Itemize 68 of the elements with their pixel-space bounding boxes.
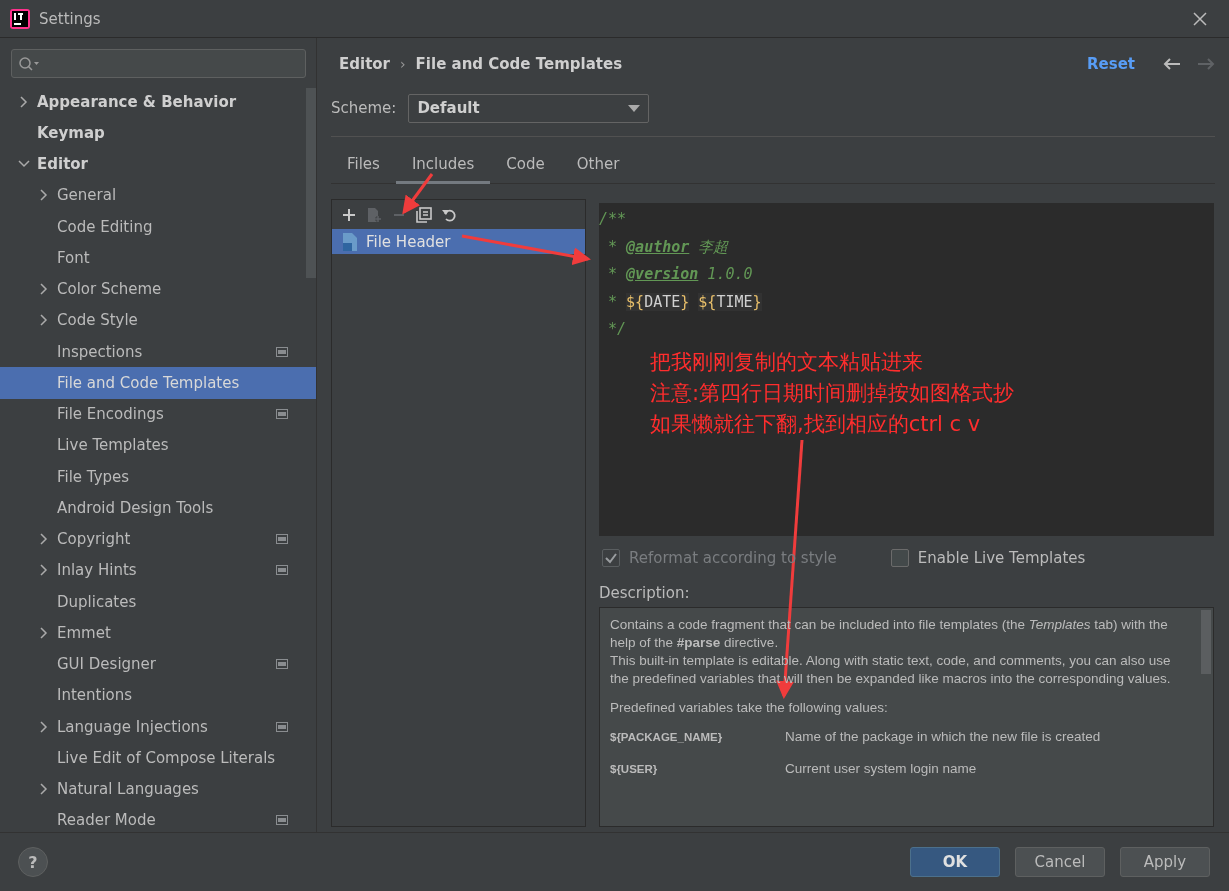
back-arrow-icon[interactable]: [1163, 57, 1181, 71]
description-text: Predefined variables take the following values:: [610, 699, 889, 717]
tree-item[interactable]: File and Code Templates: [0, 367, 316, 399]
tree-item[interactable]: Copyright: [0, 523, 306, 555]
tree-item[interactable]: Inlay Hints: [0, 554, 306, 586]
annotation-arrow: [402, 173, 434, 215]
annotation-text: 注意:第四行日期时间删掉按如图格式抄: [650, 379, 1016, 407]
checkbox-label: Enable Live Templates: [917, 549, 1086, 567]
tree-item[interactable]: Natural Languages: [0, 773, 306, 805]
code-line: */: [607, 319, 628, 340]
code-editor[interactable]: /** * @author 李超 * @version 1.0.0 * ${DATE} ${TIME} */ 把我刚刚复制的文本粘贴进来 注意:第四行日期时间删掉按如图格式抄 如果懒就往下翻,找到相应的ctrl c v: [599, 203, 1214, 536]
code-line: /**: [599, 209, 628, 230]
tree-item[interactable]: Color Scheme: [0, 273, 306, 305]
scrollbar[interactable]: [306, 88, 316, 278]
tree-item[interactable]: Code Style: [0, 304, 306, 336]
code-line: * @version 1.0.0: [607, 264, 754, 285]
dialog-button[interactable]: Apply: [1120, 847, 1210, 877]
close-icon[interactable]: [1193, 11, 1207, 26]
tree-item[interactable]: Appearance & Behavior: [0, 86, 306, 118]
tree-item[interactable]: File Types: [0, 461, 306, 493]
help-button[interactable]: ?: [18, 847, 48, 877]
tree-item[interactable]: General: [0, 179, 306, 211]
dropdown-caret-icon: [628, 104, 641, 112]
dialog-button[interactable]: Cancel: [1015, 847, 1105, 877]
window-title: Settings: [39, 9, 101, 28]
tree-item[interactable]: Intentions: [0, 679, 306, 711]
tab[interactable]: Code: [490, 147, 561, 184]
tree-item[interactable]: GUI Designer: [0, 648, 306, 680]
tree-item[interactable]: Emmet: [0, 617, 306, 649]
tree-item[interactable]: Duplicates: [0, 586, 306, 618]
reset-link[interactable]: Reset: [1087, 55, 1135, 73]
tree-item[interactable]: Android Design Tools: [0, 492, 306, 524]
tree-item[interactable]: File Encodings: [0, 398, 306, 430]
scheme-label: Scheme:: [331, 99, 397, 117]
tree-item[interactable]: Font: [0, 242, 306, 274]
ok-button[interactable]: OK: [910, 847, 1000, 877]
copy-icon[interactable]: [416, 206, 432, 223]
variable-description: Name of the package in which the new file is created: [785, 728, 1102, 746]
variable-description: Current user system login name: [785, 760, 978, 778]
scheme-dropdown[interactable]: Default: [408, 93, 650, 123]
tab[interactable]: Other: [560, 147, 636, 184]
annotation-text: 把我刚刚复制的文本粘贴进来: [650, 348, 924, 376]
tree-item[interactable]: Editor: [0, 148, 306, 180]
tab[interactable]: Files: [331, 147, 396, 184]
tree-item[interactable]: Code Editing: [0, 211, 306, 243]
tree-item[interactable]: Reader Mode: [0, 804, 306, 832]
search-field[interactable]: [11, 49, 306, 78]
tree-item[interactable]: Keymap: [0, 117, 306, 149]
variable-name: ${USER}: [610, 762, 659, 777]
tree-item[interactable]: Live Templates: [0, 429, 306, 461]
tree-item[interactable]: Live Edit of Compose Literals: [0, 742, 306, 774]
annotation-text: 如果懒就往下翻,找到相应的ctrl c v: [650, 410, 982, 438]
breadcrumb-item[interactable]: File and Code Templates: [415, 55, 623, 73]
breadcrumb-item[interactable]: Editor: [339, 55, 390, 73]
breadcrumb-separator: ›: [400, 56, 406, 72]
app-logo-icon: [10, 8, 30, 29]
search-icon: [18, 55, 40, 72]
add-icon[interactable]: [341, 206, 357, 223]
code-line: * @author 李超: [607, 236, 730, 258]
tree-item[interactable]: Language Injections: [0, 711, 306, 743]
java-file-icon: [342, 232, 358, 251]
tab[interactable]: Includes: [395, 147, 491, 184]
variable-name: ${PACKAGE_NAME}: [610, 730, 724, 745]
tree-item[interactable]: Inspections: [0, 336, 306, 368]
checkbox[interactable]: [890, 549, 909, 567]
template-item[interactable]: File Header: [332, 229, 585, 254]
description-label: Description:: [599, 584, 691, 604]
code-line: * ${DATE} ${TIME}: [607, 291, 763, 313]
